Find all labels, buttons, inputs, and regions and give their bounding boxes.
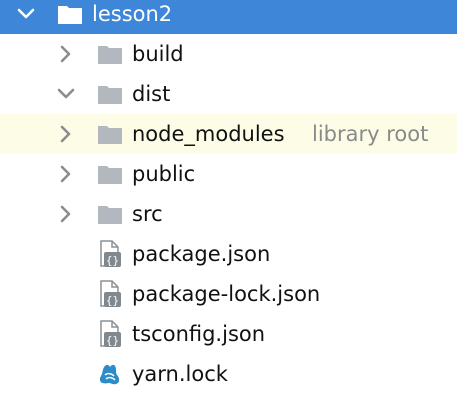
tree-row-lesson2[interactable]: lesson2: [0, 0, 457, 34]
project-tree: lesson2 build dist node_modules library …: [0, 0, 457, 402]
tree-row-label: dist: [132, 82, 171, 106]
json-file-icon: {}: [96, 320, 124, 347]
tree-row-dist[interactable]: dist: [0, 74, 457, 114]
tree-row-label: package.json: [132, 242, 271, 266]
folder-icon: [96, 161, 124, 187]
tree-row-build[interactable]: build: [0, 34, 457, 74]
folder-icon: [96, 81, 124, 107]
tree-row-package-lock-json[interactable]: {} package-lock.json: [0, 274, 457, 314]
tree-row-yarn-lock[interactable]: yarn.lock: [0, 354, 457, 394]
json-file-icon: {}: [96, 280, 124, 307]
tree-row-label: tsconfig.json: [132, 322, 266, 346]
svg-text:{}: {}: [106, 254, 119, 267]
folder-icon: [96, 201, 124, 227]
yarn-icon: [96, 361, 124, 387]
tree-row-label: yarn.lock: [132, 362, 228, 386]
folder-icon: [56, 1, 84, 27]
svg-text:{}: {}: [106, 334, 119, 347]
tree-row-label: build: [132, 42, 184, 66]
chevron-right-icon[interactable]: [56, 164, 76, 184]
chevron-right-icon[interactable]: [56, 124, 76, 144]
tree-row-node-modules[interactable]: node_modules library root: [0, 114, 457, 154]
tree-row-tsconfig-json[interactable]: {} tsconfig.json: [0, 314, 457, 354]
folder-icon: [96, 121, 124, 147]
svg-text:{}: {}: [106, 294, 119, 307]
chevron-down-icon[interactable]: [56, 84, 76, 104]
tree-row-label: node_modules: [132, 122, 285, 146]
tree-row-package-json[interactable]: {} package.json: [0, 234, 457, 274]
chevron-down-icon[interactable]: [16, 4, 36, 24]
tree-row-label: lesson2: [92, 2, 173, 26]
tree-row-label: public: [132, 162, 196, 186]
tree-row-label: package-lock.json: [132, 282, 321, 306]
tree-row-label: src: [132, 202, 163, 226]
chevron-right-icon[interactable]: [56, 204, 76, 224]
json-file-icon: {}: [96, 240, 124, 267]
tree-row-public[interactable]: public: [0, 154, 457, 194]
library-root-hint: library root: [312, 122, 429, 146]
tree-row-src[interactable]: src: [0, 194, 457, 234]
folder-icon: [96, 41, 124, 67]
chevron-right-icon[interactable]: [56, 44, 76, 64]
